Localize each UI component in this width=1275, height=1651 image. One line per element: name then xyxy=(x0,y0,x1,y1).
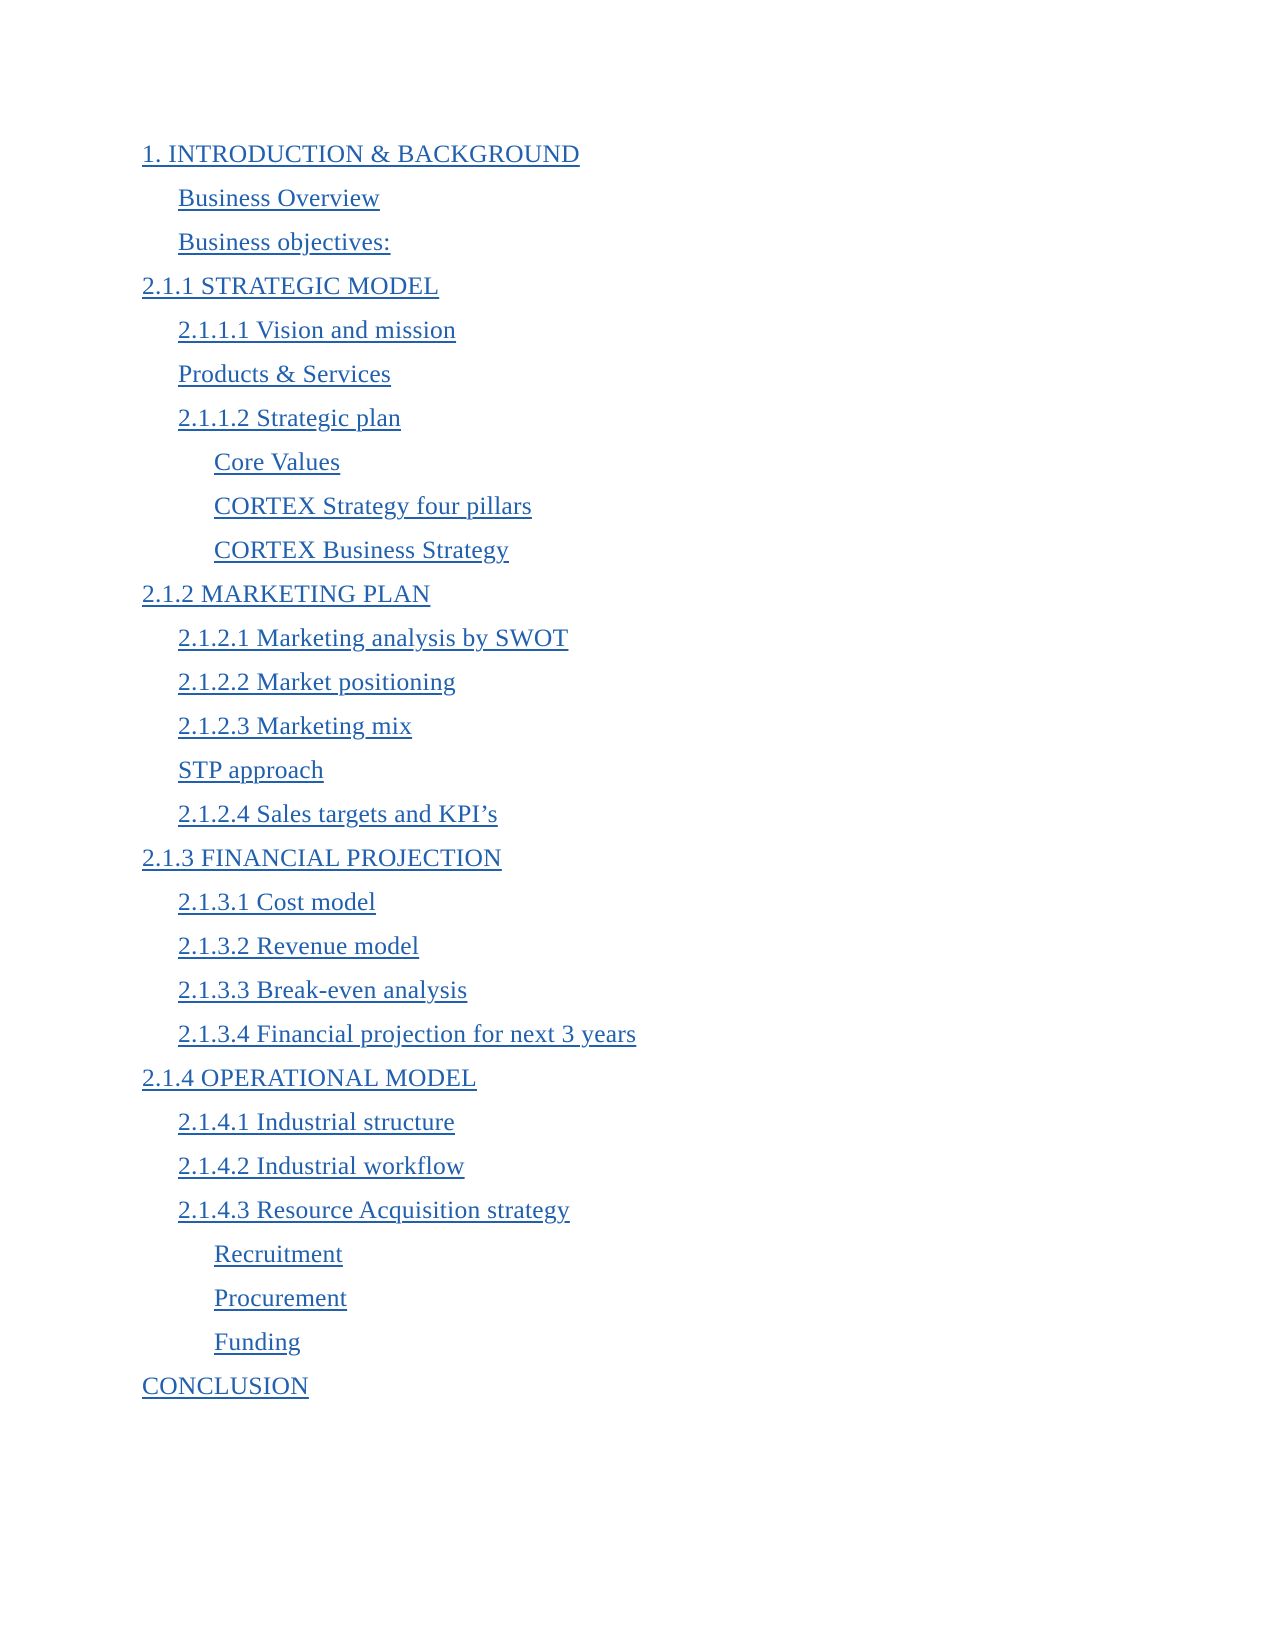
toc-link[interactable]: Core Values xyxy=(214,447,340,476)
toc-entry: Recruitment xyxy=(214,1240,1155,1268)
toc-entry: 2.1.2.3 Marketing mix xyxy=(178,712,1155,740)
toc-entry: 2.1.1 STRATEGIC MODEL xyxy=(142,272,1155,300)
toc-entry: STP approach xyxy=(178,756,1155,784)
toc-entry: Business objectives: xyxy=(178,228,1155,256)
toc-entry: Core Values xyxy=(214,448,1155,476)
toc-link[interactable]: Procurement xyxy=(214,1283,347,1312)
toc-entry: 2.1.1.2 Strategic plan xyxy=(178,404,1155,432)
toc-entry: 2.1.4.1 Industrial structure xyxy=(178,1108,1155,1136)
table-of-contents: 1. INTRODUCTION & BACKGROUND Business Ove… xyxy=(142,140,1155,1400)
toc-link[interactable]: Funding xyxy=(214,1327,301,1356)
toc-link[interactable]: 1. INTRODUCTION & BACKGROUND xyxy=(142,139,580,168)
toc-entry: Procurement xyxy=(214,1284,1155,1312)
toc-link[interactable]: Recruitment xyxy=(214,1239,343,1268)
toc-entry: CONCLUSION xyxy=(142,1372,1155,1400)
toc-entry: CORTEX Business Strategy xyxy=(214,536,1155,564)
toc-entry: 2.1.4 OPERATIONAL MODEL xyxy=(142,1064,1155,1092)
toc-entry: 2.1.3.1 Cost model xyxy=(178,888,1155,916)
toc-link[interactable]: Business Overview xyxy=(178,183,380,212)
toc-entry: Business Overview xyxy=(178,184,1155,212)
toc-link[interactable]: 2.1.4.1 Industrial structure xyxy=(178,1107,455,1136)
toc-entry: 2.1.3.3 Break-even analysis xyxy=(178,976,1155,1004)
toc-entry: 2.1.3 FINANCIAL PROJECTION xyxy=(142,844,1155,872)
toc-link[interactable]: Business objectives: xyxy=(178,227,391,256)
toc-link[interactable]: Products & Services xyxy=(178,359,391,388)
toc-entry: 2.1.2.4 Sales targets and KPI’s xyxy=(178,800,1155,828)
toc-entry: 2.1.4.2 Industrial workflow xyxy=(178,1152,1155,1180)
toc-link[interactable]: 2.1.2 MARKETING PLAN xyxy=(142,579,430,608)
toc-entry: 2.1.2.2 Market positioning xyxy=(178,668,1155,696)
toc-link[interactable]: 2.1.3 FINANCIAL PROJECTION xyxy=(142,843,502,872)
toc-link[interactable]: 2.1.3.2 Revenue model xyxy=(178,931,419,960)
toc-link[interactable]: 2.1.3.1 Cost model xyxy=(178,887,376,916)
toc-link[interactable]: CORTEX Strategy four pillars xyxy=(214,491,532,520)
document-page: 1. INTRODUCTION & BACKGROUND Business Ove… xyxy=(0,0,1275,1651)
toc-entry: 2.1.3.2 Revenue model xyxy=(178,932,1155,960)
toc-entry: 2.1.2 MARKETING PLAN xyxy=(142,580,1155,608)
toc-link[interactable]: 2.1.2.2 Market positioning xyxy=(178,667,456,696)
toc-link[interactable]: CONCLUSION xyxy=(142,1371,309,1400)
toc-link[interactable]: 2.1.2.1 Marketing analysis by SWOT xyxy=(178,623,568,652)
toc-link[interactable]: STP approach xyxy=(178,755,324,784)
toc-entry: Funding xyxy=(214,1328,1155,1356)
toc-entry: 2.1.1.1 Vision and mission xyxy=(178,316,1155,344)
toc-entry: 1. INTRODUCTION & BACKGROUND xyxy=(142,140,1155,168)
toc-entry: 2.1.4.3 Resource Acquisition strategy xyxy=(178,1196,1155,1224)
toc-link[interactable]: 2.1.2.4 Sales targets and KPI’s xyxy=(178,799,498,828)
toc-entry: 2.1.2.1 Marketing analysis by SWOT xyxy=(178,624,1155,652)
toc-link[interactable]: 2.1.4.2 Industrial workflow xyxy=(178,1151,465,1180)
toc-entry: Products & Services xyxy=(178,360,1155,388)
toc-link[interactable]: 2.1.1 STRATEGIC MODEL xyxy=(142,271,439,300)
toc-link[interactable]: 2.1.3.4 Financial projection for next 3 … xyxy=(178,1019,636,1048)
toc-link[interactable]: 2.1.4.3 Resource Acquisition strategy xyxy=(178,1195,570,1224)
toc-link[interactable]: 2.1.1.1 Vision and mission xyxy=(178,315,456,344)
toc-link[interactable]: 2.1.1.2 Strategic plan xyxy=(178,403,401,432)
toc-entry: CORTEX Strategy four pillars xyxy=(214,492,1155,520)
toc-link[interactable]: 2.1.4 OPERATIONAL MODEL xyxy=(142,1063,477,1092)
toc-link[interactable]: CORTEX Business Strategy xyxy=(214,535,509,564)
toc-entry: 2.1.3.4 Financial projection for next 3 … xyxy=(178,1020,1155,1048)
toc-link[interactable]: 2.1.3.3 Break-even analysis xyxy=(178,975,467,1004)
toc-link[interactable]: 2.1.2.3 Marketing mix xyxy=(178,711,412,740)
